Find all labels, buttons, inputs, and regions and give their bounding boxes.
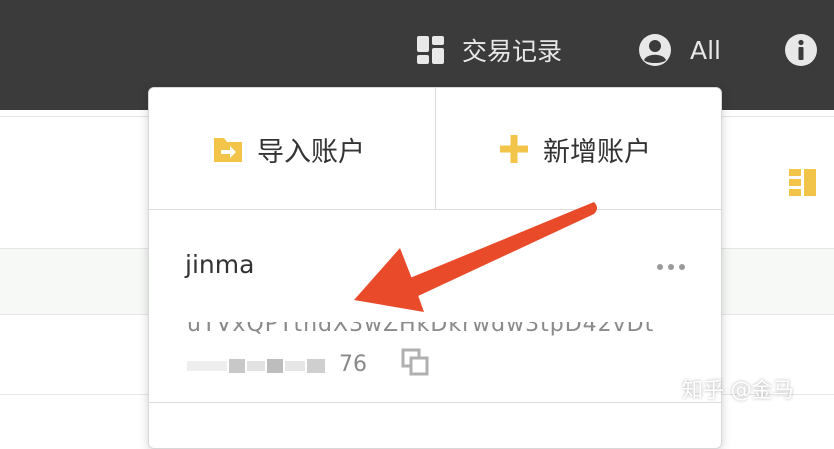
records-button[interactable]: 交易记录 (416, 30, 562, 70)
account-label: All (690, 35, 721, 65)
account-address-line: uTVxQPTthdX3wZHkDkrwdw3tpD42vDt (187, 312, 655, 336)
account-name[interactable]: jinma (185, 250, 254, 279)
watermark: 知乎 @金马 (682, 378, 794, 402)
info-icon (785, 34, 817, 66)
plus-icon (500, 135, 528, 163)
address-mask (187, 312, 655, 322)
info-button[interactable] (784, 30, 818, 70)
records-label: 交易记录 (462, 37, 563, 66)
import-account-label: 导入账户 (257, 136, 365, 168)
dropdown-actions: 导入账户 新增账户 (149, 88, 721, 210)
account-dropdown: 导入账户 新增账户 jinma uTVxQPTthdX3wZHkDkrwdw3t… (148, 87, 722, 449)
dashboard-icon (417, 36, 444, 64)
column-layout-icon[interactable] (788, 168, 818, 198)
redacted-blocks (187, 359, 325, 373)
more-options-icon[interactable] (655, 260, 687, 274)
actions-divider (435, 88, 436, 209)
add-account-button[interactable]: 新增账户 (499, 128, 651, 170)
account-divider (149, 402, 721, 403)
address-tail: 76 (339, 351, 367, 377)
copy-icon[interactable] (401, 348, 431, 378)
import-account-button[interactable]: 导入账户 (213, 128, 365, 170)
folder-import-icon (214, 138, 242, 162)
account-address-line: 76 (187, 350, 367, 378)
add-account-label: 新增账户 (543, 136, 651, 168)
account-selector[interactable]: All (638, 30, 721, 70)
user-circle-icon (639, 34, 671, 66)
